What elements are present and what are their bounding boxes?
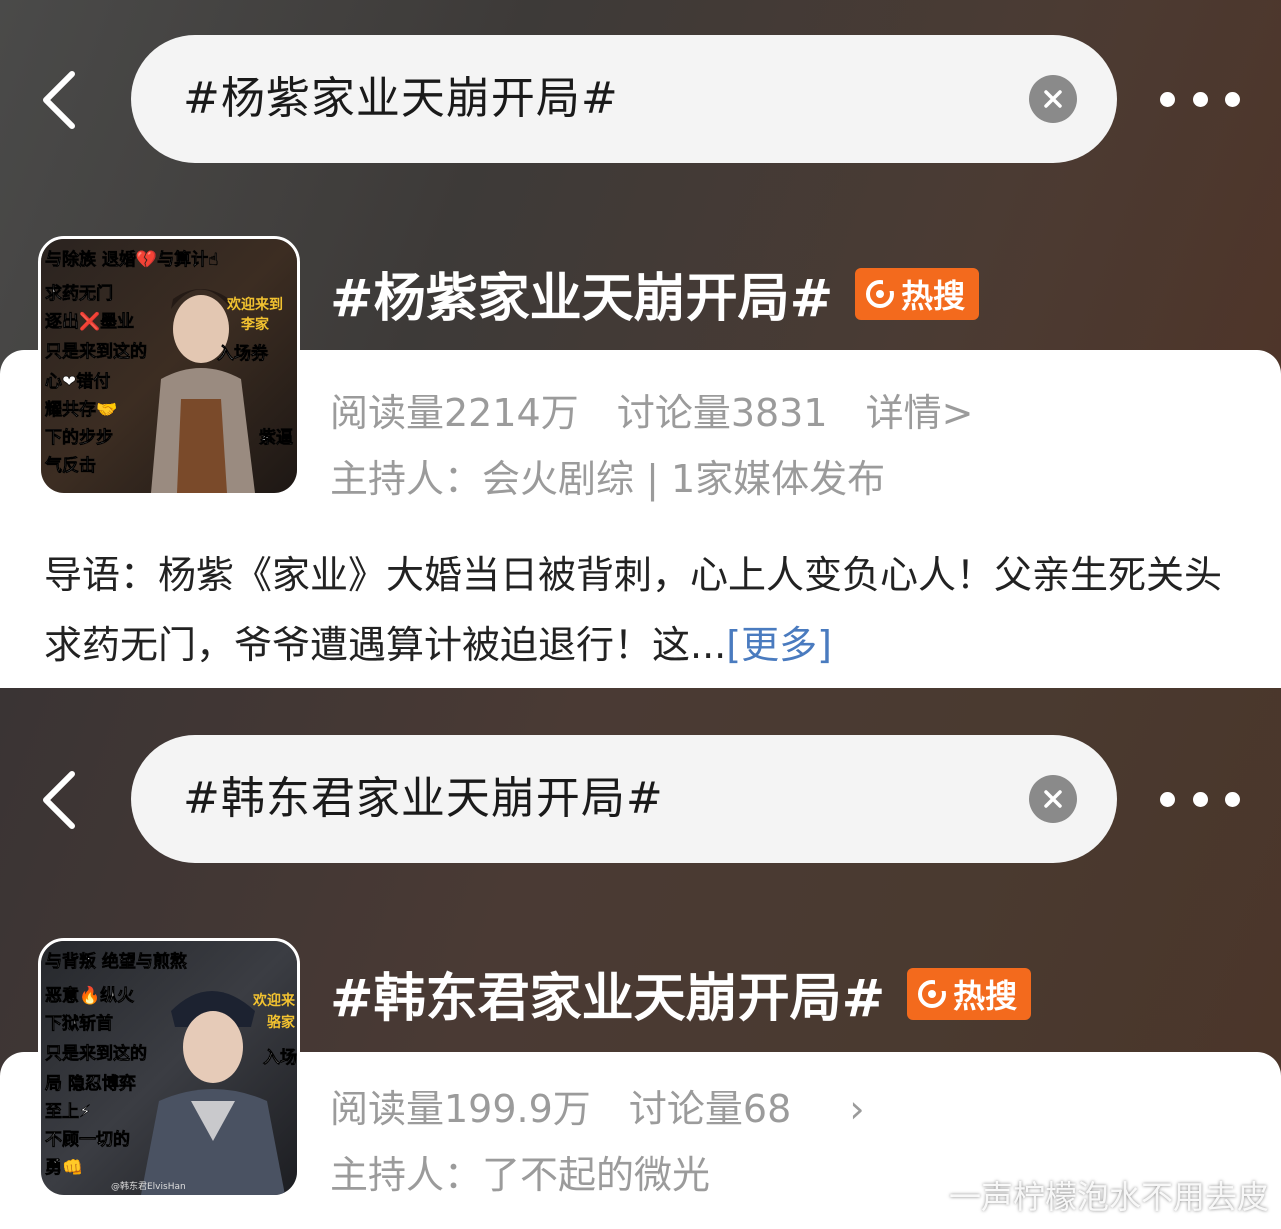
topic-panel-2: #韩东君家业天崩开局# 与背叛 绝望与煎熬 恶意🔥纵火 下狱斩首 只是来到这的 … xyxy=(0,688,1281,1229)
cover-caption: 只是来到这的 xyxy=(45,1043,147,1064)
more-options-icon[interactable] xyxy=(1160,784,1240,814)
detail-link[interactable]: 详情> xyxy=(866,391,974,435)
hot-search-icon xyxy=(866,278,896,308)
hot-search-badge: 热搜 xyxy=(907,967,1032,1020)
cover-caption: 勇👊 xyxy=(45,1158,83,1178)
hot-search-label: 热搜 xyxy=(901,276,966,315)
cover-caption: 局 隐忍博弈 xyxy=(45,1073,136,1094)
more-options-icon[interactable] xyxy=(1160,84,1240,114)
search-query-text: #杨紫家业天崩开局# xyxy=(183,73,619,124)
cover-caption: 耀共存🤝 xyxy=(45,399,117,420)
cover-caption: 与除族 退婚💔与算计☝ xyxy=(45,249,218,270)
weibo-logo-icon xyxy=(831,1188,933,1214)
cover-side-caption: 欢迎来到 xyxy=(226,296,283,313)
topic-title-text: #韩东君家业天崩开局# xyxy=(330,969,886,1029)
cover-caption: 下的步步 xyxy=(45,427,113,448)
more-link[interactable]: [更多] xyxy=(726,623,832,667)
cover-caption: 下狱斩首 xyxy=(45,1013,113,1034)
hot-search-label: 热搜 xyxy=(953,976,1018,1015)
cover-caption: 恶意🔥纵火 xyxy=(45,985,135,1006)
cover-side-caption: 李家 xyxy=(240,316,270,333)
search-input[interactable]: #杨紫家业天崩开局# xyxy=(131,35,1117,163)
cover-side-caption: 骆家 xyxy=(267,1014,296,1031)
topic-title-text: #杨紫家业天崩开局# xyxy=(330,269,834,329)
cover-side-caption: 入场券 xyxy=(217,343,269,364)
read-count: 阅读量199.9万 xyxy=(330,1087,591,1131)
clear-icon[interactable] xyxy=(1029,775,1077,823)
cover-side-caption: 入场 xyxy=(263,1048,297,1068)
clear-icon[interactable] xyxy=(1029,75,1077,123)
discussion-count: 讨论量68 xyxy=(628,1087,792,1131)
chevron-right-icon[interactable]: › xyxy=(849,1087,864,1131)
topic-title: #杨紫家业天崩开局# 热搜 xyxy=(330,256,980,331)
cover-caption: 只是来到这的 xyxy=(45,341,147,362)
topic-lead: 导语：杨紫《家业》大婚当日被背刺，心上人变负心人！父亲生死关头求药无门，爷爷遭遇… xyxy=(44,540,1234,680)
cover-caption: 与背叛 绝望与煎熬 xyxy=(45,951,187,972)
cover-caption: 求药无门 xyxy=(45,283,113,304)
search-query-text: #韩东君家业天崩开局# xyxy=(183,773,664,824)
cover-caption: 气反击 xyxy=(44,455,96,476)
watermark-text: 一声柠檬泡水不用去皮 xyxy=(948,1178,1269,1216)
cover-caption: 逐出❌墨业 xyxy=(45,311,134,332)
cover-caption: 不顾一切的 xyxy=(45,1129,130,1150)
topic-panel-1: #杨紫家业天崩开局# 与除族 退婚💔与算计☝ 求药无门 逐出❌墨业 只是来到这的… xyxy=(0,0,1281,688)
topic-host: 主持人：会火剧综 | 1家媒体发布 xyxy=(330,457,886,501)
cover-credit: @韩东君ElvisHan xyxy=(111,1180,186,1192)
lead-text: 导语：杨紫《家业》大婚当日被背刺，心上人变负心人！父亲生死关头求药无门，爷爷遭遇… xyxy=(44,553,1223,667)
cover-side-caption: 紫逼 xyxy=(259,427,293,448)
cover-caption: 至上⚡ xyxy=(45,1102,91,1122)
watermark: 一声柠檬泡水不用去皮 xyxy=(829,1172,1269,1218)
hot-search-icon xyxy=(918,978,948,1008)
cover-caption: 心❤错付 xyxy=(45,371,110,392)
back-arrow-icon[interactable] xyxy=(38,768,82,832)
search-input[interactable]: #韩东君家业天崩开局# xyxy=(131,735,1117,863)
topic-title: #韩东君家业天崩开局# 热搜 xyxy=(330,956,1032,1031)
read-count: 阅读量2214万 xyxy=(330,391,579,435)
hot-search-badge: 热搜 xyxy=(855,267,980,320)
topic-stats: 阅读量2214万 讨论量3831 详情> xyxy=(330,382,999,437)
topic-cover-image[interactable]: 与背叛 绝望与煎熬 恶意🔥纵火 下狱斩首 只是来到这的 局 隐忍博弈 至上⚡ 不… xyxy=(38,938,300,1198)
discussion-count: 讨论量3831 xyxy=(616,391,828,435)
topic-host: 主持人：了不起的微光 xyxy=(330,1153,711,1197)
topic-stats: 阅读量199.9万 讨论量68 › xyxy=(330,1078,891,1133)
topic-cover-image[interactable]: 与除族 退婚💔与算计☝ 求药无门 逐出❌墨业 只是来到这的 心❤错付 耀共存🤝 … xyxy=(38,236,300,496)
cover-side-caption: 欢迎来 xyxy=(252,992,296,1009)
back-arrow-icon[interactable] xyxy=(38,68,82,132)
